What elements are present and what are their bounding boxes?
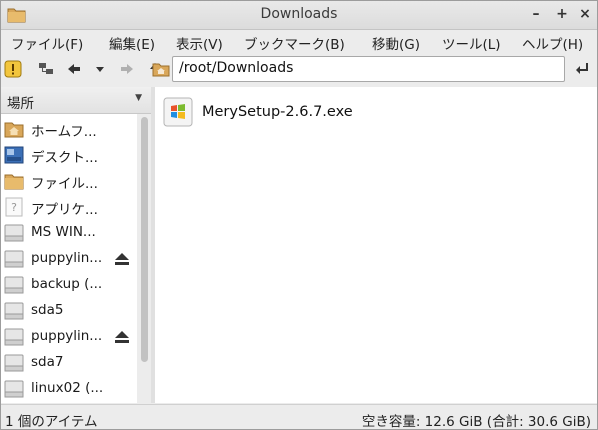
sidebar-item-label: MS WIN... bbox=[31, 224, 96, 240]
home-folder-icon bbox=[152, 63, 170, 77]
network-icon[interactable] bbox=[37, 60, 55, 78]
title-bar: Downloads – + × bbox=[1, 1, 597, 30]
file-name: MerySetup-2.6.7.exe bbox=[202, 104, 353, 120]
places-list: ホームフ... デスクト... ファイル... ? アプリケ... MS WIN… bbox=[1, 114, 137, 403]
warning-icon[interactable] bbox=[4, 60, 22, 78]
window-title: Downloads bbox=[260, 6, 338, 22]
file-view: MerySetup-2.6.7.exe bbox=[155, 87, 597, 403]
sidebar-item-label: backup (... bbox=[31, 276, 103, 292]
sidebar-item-home[interactable]: ホームフ... bbox=[1, 115, 137, 141]
go-icon[interactable] bbox=[574, 60, 592, 78]
item-count: 1 個のアイテム bbox=[5, 414, 98, 430]
drive-icon bbox=[4, 380, 24, 398]
sidebar-item-label: デスクト... bbox=[31, 150, 98, 166]
folder-icon bbox=[4, 174, 24, 190]
sidebar-item-drive[interactable]: backup (... bbox=[1, 271, 137, 297]
file-manager-window: Downloads – + × ファイル(F) 編集(E) 表示(V) ブックマ… bbox=[0, 0, 598, 430]
sidebar-item-label: puppylin... bbox=[31, 328, 103, 344]
menu-view[interactable]: 表示(V) bbox=[176, 33, 223, 53]
sidebar-item-label: ホームフ... bbox=[31, 124, 97, 140]
svg-text:?: ? bbox=[11, 201, 17, 214]
sidebar-item-label: puppylin... bbox=[31, 250, 103, 266]
minimize-button[interactable]: – bbox=[527, 5, 545, 23]
back-icon[interactable] bbox=[65, 60, 83, 78]
scrollbar-thumb[interactable] bbox=[141, 117, 148, 362]
forward-icon bbox=[118, 60, 136, 78]
drive-icon bbox=[4, 250, 24, 268]
chevron-down-icon[interactable]: ▼ bbox=[135, 93, 142, 103]
menu-bookmarks[interactable]: ブックマーク(B) bbox=[244, 33, 345, 53]
eject-icon[interactable] bbox=[115, 253, 129, 265]
sidebar-item-drive[interactable]: linux02 (... bbox=[1, 375, 137, 401]
sidebar-item-label: sda7 bbox=[31, 354, 64, 370]
menu-file[interactable]: ファイル(F) bbox=[11, 33, 83, 53]
applications-icon: ? bbox=[5, 197, 23, 217]
menu-go[interactable]: 移動(G) bbox=[372, 33, 420, 53]
desktop-icon bbox=[4, 146, 24, 164]
drive-icon bbox=[4, 302, 24, 320]
drive-icon bbox=[4, 224, 24, 242]
sidebar-item-drive[interactable]: puppylin... bbox=[1, 245, 137, 271]
eject-icon[interactable] bbox=[115, 331, 129, 343]
places-selector[interactable]: 場所 ▼ bbox=[1, 87, 151, 114]
places-label: 場所 bbox=[7, 96, 34, 112]
drive-icon bbox=[4, 276, 24, 294]
history-dropdown-icon[interactable] bbox=[91, 60, 109, 78]
sidebar-item-drive[interactable]: sda5 bbox=[1, 297, 137, 323]
windows-exe-icon bbox=[163, 97, 193, 127]
drive-icon bbox=[4, 328, 24, 346]
close-button[interactable]: × bbox=[576, 5, 594, 23]
address-bar[interactable]: /root/Downloads bbox=[152, 56, 565, 82]
menu-edit[interactable]: 編集(E) bbox=[109, 33, 155, 53]
sidebar-item-label: linux02 (... bbox=[31, 380, 104, 396]
maximize-button[interactable]: + bbox=[553, 5, 571, 23]
sidebar-item-desktop[interactable]: デスクト... bbox=[1, 141, 137, 167]
sidebar-item-applications[interactable]: ? アプリケ... bbox=[1, 193, 137, 219]
places-sidebar: 場所 ▼ ホームフ... デスクト... ファイル... ? アプリケ... M… bbox=[1, 87, 151, 403]
sidebar-item-filesystem[interactable]: ファイル... bbox=[1, 167, 137, 193]
address-input[interactable]: /root/Downloads bbox=[179, 60, 293, 76]
status-bar: 1 個のアイテム 空き容量: 12.6 GiB (合計: 30.6 GiB) bbox=[1, 404, 597, 430]
sidebar-scrollbar[interactable] bbox=[138, 114, 151, 403]
sidebar-item-label: アプリケ... bbox=[31, 202, 98, 218]
menu-bar: ファイル(F) 編集(E) 表示(V) ブックマーク(B) 移動(G) ツール(… bbox=[1, 30, 597, 54]
sidebar-item-label: ファイル... bbox=[31, 176, 98, 192]
sidebar-item-drive[interactable]: MS WIN... bbox=[1, 219, 137, 245]
free-space: 空き容量: 12.6 GiB (合計: 30.6 GiB) bbox=[361, 414, 591, 430]
menu-tools[interactable]: ツール(L) bbox=[442, 33, 501, 53]
home-folder-icon bbox=[4, 122, 24, 138]
sidebar-item-label: sda5 bbox=[31, 302, 64, 318]
menu-help[interactable]: ヘルプ(H) bbox=[522, 33, 583, 53]
drive-icon bbox=[4, 354, 24, 372]
file-item[interactable]: MerySetup-2.6.7.exe bbox=[163, 97, 463, 127]
sidebar-item-drive[interactable]: puppylin... bbox=[1, 323, 137, 349]
sidebar-item-drive[interactable]: sda7 bbox=[1, 349, 137, 375]
toolbar: /root/Downloads bbox=[1, 54, 597, 85]
